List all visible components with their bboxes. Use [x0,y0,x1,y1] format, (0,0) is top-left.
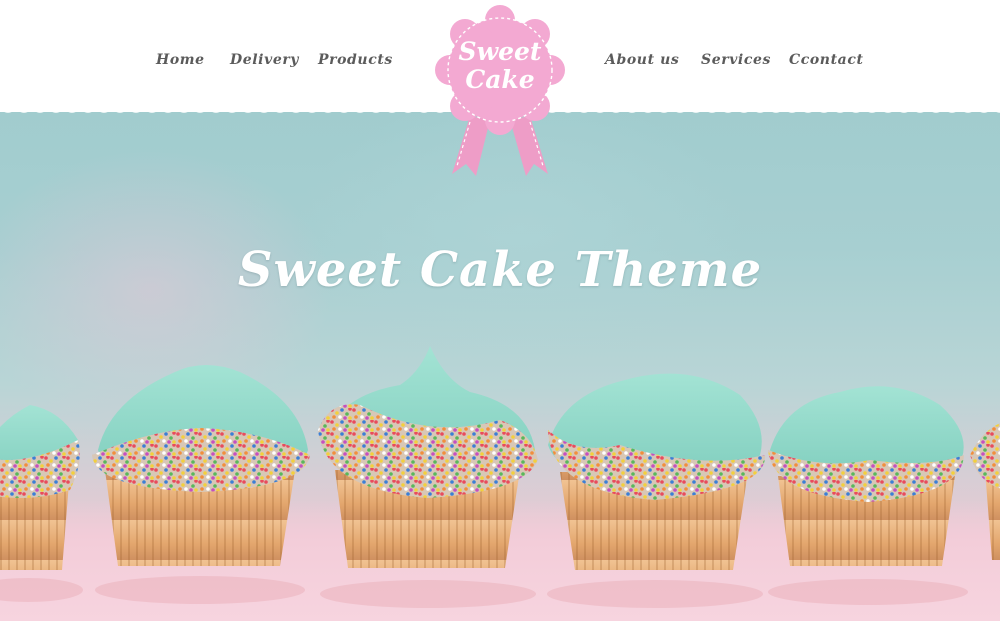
nav-delivery-link[interactable]: Delivery [230,52,299,68]
logo-line-1: Sweet [458,37,542,66]
ribbon-right [510,116,548,176]
cupcake [318,346,538,608]
nav-products-link[interactable]: Products [318,52,393,68]
nav-services-link[interactable]: Services [701,52,771,68]
cupcake [92,365,310,604]
hero-title: Sweet Cake Theme [237,242,763,298]
ribbon-left [452,116,490,176]
logo-wordmark: Sweet Cake [430,38,570,94]
logo-line-2: Cake [465,65,535,94]
cupcake [547,373,766,608]
nav-home-link[interactable]: Home [156,52,205,68]
logo-badge[interactable]: Sweet Cake [430,4,570,180]
nav-about-link[interactable]: About us [605,52,679,68]
cupcake [0,405,83,602]
cupcake [768,386,968,605]
cupcake [970,423,1000,560]
nav-contact-link[interactable]: Ccontact [789,52,864,68]
